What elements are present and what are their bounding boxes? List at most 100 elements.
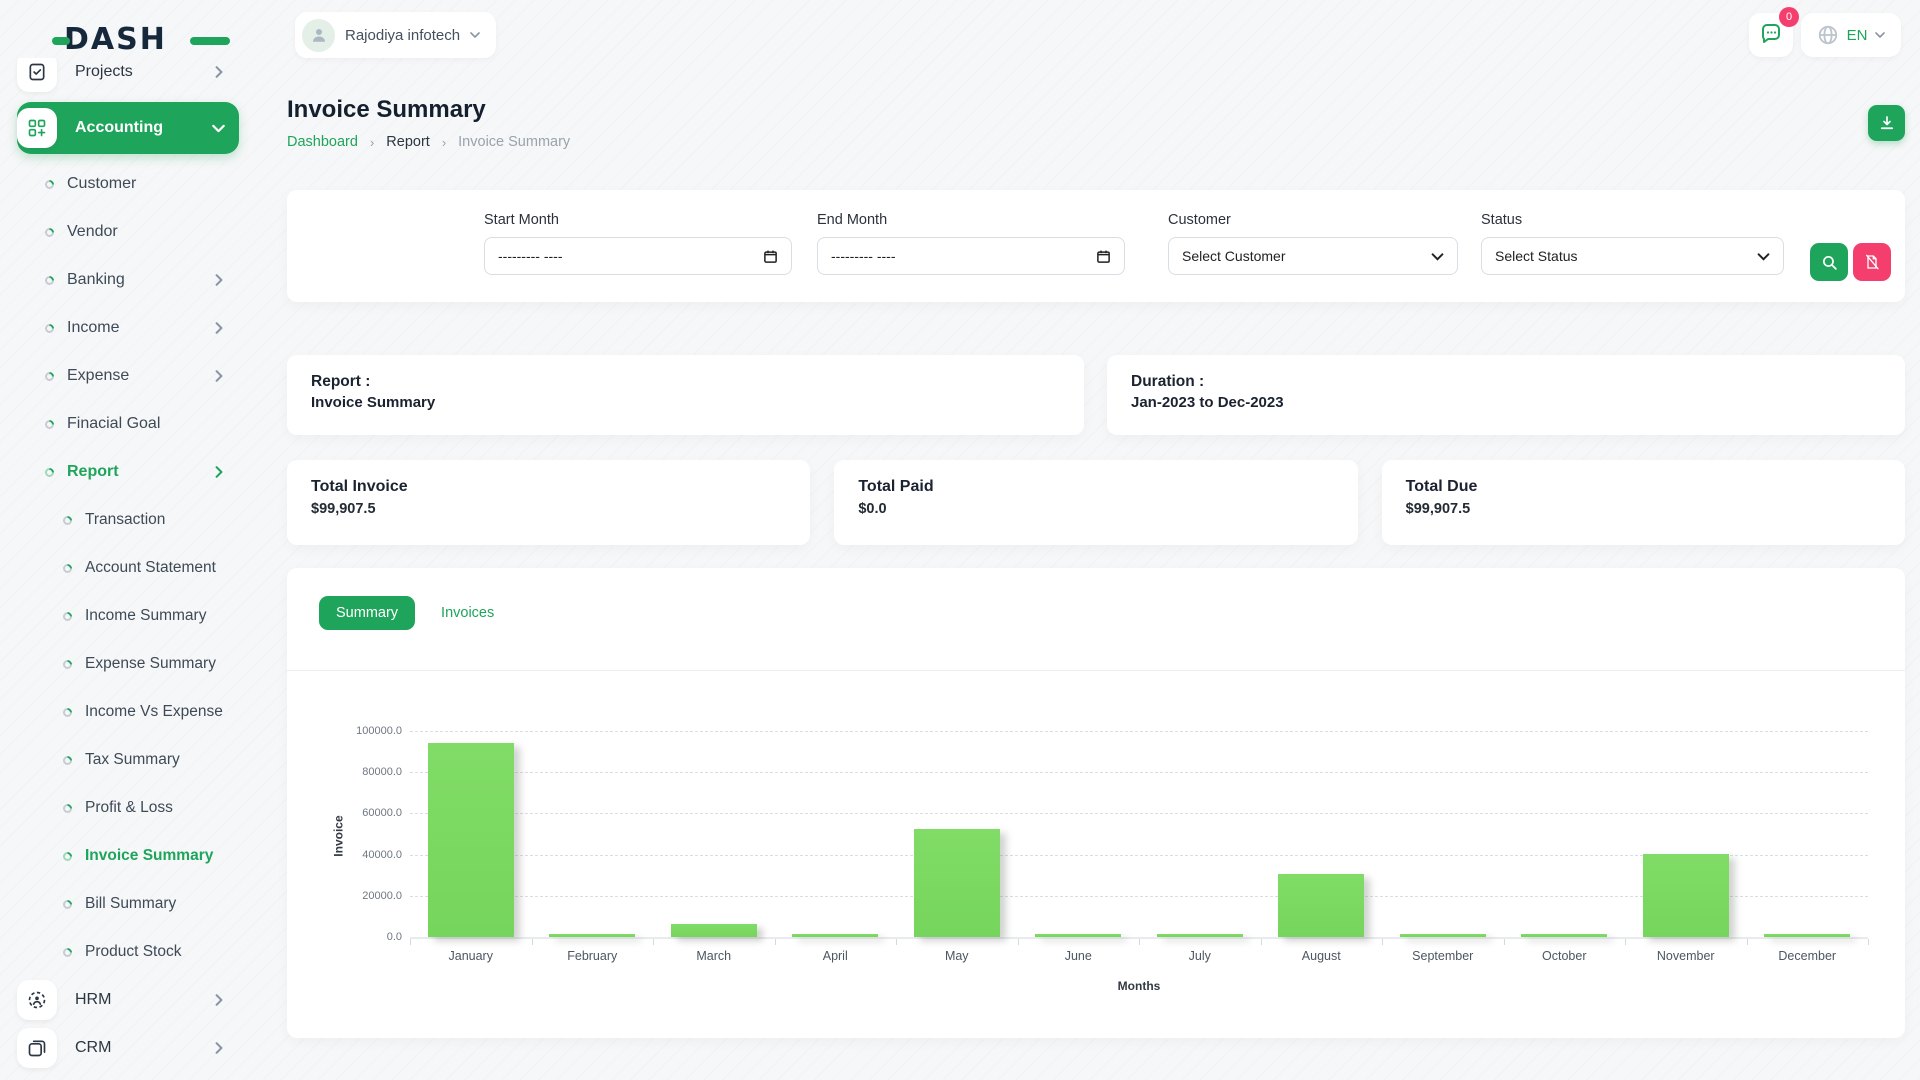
x-axis-tick bbox=[1504, 939, 1505, 945]
bar-slot-february bbox=[532, 731, 654, 937]
sidebar-item-income-vs-expense[interactable]: Income Vs Expense bbox=[17, 688, 239, 736]
sidebar-item-income-summary[interactable]: Income Summary bbox=[17, 592, 239, 640]
sidebar-item-label: Profit & Loss bbox=[85, 799, 173, 817]
calendar-icon bbox=[1096, 249, 1111, 264]
tab-invoices[interactable]: Invoices bbox=[441, 605, 494, 621]
chevron-right-icon bbox=[213, 994, 225, 1006]
bar-february[interactable] bbox=[549, 934, 635, 937]
apply-filter-button[interactable] bbox=[1810, 243, 1848, 281]
customer-select[interactable]: Select Customer bbox=[1168, 237, 1458, 275]
sidebar-item-label: Customer bbox=[67, 175, 136, 193]
sidebar-item-tax-summary[interactable]: Tax Summary bbox=[17, 736, 239, 784]
y-tick-label: 100000.0 bbox=[356, 725, 402, 737]
x-tick-label: August bbox=[1261, 949, 1381, 963]
bar-march[interactable] bbox=[671, 924, 757, 937]
workspace-avatar bbox=[302, 19, 335, 52]
reset-filter-button[interactable] bbox=[1853, 243, 1891, 281]
page-title: Invoice Summary bbox=[287, 96, 486, 124]
sidebar-item-crm[interactable]: CRM bbox=[17, 1024, 239, 1072]
logo-accent-left bbox=[52, 37, 70, 45]
sidebar-item-transaction[interactable]: Transaction bbox=[17, 496, 239, 544]
start-month-input[interactable]: --------- ---- bbox=[484, 237, 792, 275]
end-month-label: End Month bbox=[817, 212, 1125, 228]
y-tick-label: 20000.0 bbox=[362, 890, 402, 902]
tab-summary[interactable]: Summary bbox=[319, 596, 415, 630]
sidebar-item-customer[interactable]: Customer bbox=[17, 160, 239, 208]
sidebar-item-finacial-goal[interactable]: Finacial Goal bbox=[17, 400, 239, 448]
sidebar-item-expense-summary[interactable]: Expense Summary bbox=[17, 640, 239, 688]
bar-slot-january bbox=[410, 731, 532, 937]
breadcrumb-separator: › bbox=[442, 135, 446, 150]
logo-accent-right bbox=[190, 37, 230, 45]
sidebar-item-vendor[interactable]: Vendor bbox=[17, 208, 239, 256]
sidebar-item-projects[interactable]: Projects bbox=[17, 58, 239, 96]
breadcrumb-dashboard[interactable]: Dashboard bbox=[287, 134, 358, 150]
download-icon bbox=[1878, 114, 1896, 132]
sidebar-item-label: HRM bbox=[75, 991, 111, 1009]
chevron-right-icon bbox=[213, 66, 225, 78]
sidebar-item-profit-loss[interactable]: Profit & Loss bbox=[17, 784, 239, 832]
bullet-ring-icon bbox=[61, 658, 74, 671]
y-tick-label: 40000.0 bbox=[362, 849, 402, 861]
sidebar-item-label: Expense bbox=[67, 367, 129, 385]
end-month-input[interactable]: --------- ---- bbox=[817, 237, 1125, 275]
x-axis-tick bbox=[532, 939, 533, 945]
sidebar: ProjectsAccountingCustomerVendorBankingI… bbox=[0, 58, 260, 1080]
workspace-switcher[interactable]: Rajodiya infotech bbox=[295, 12, 496, 58]
x-tick-label: July bbox=[1140, 949, 1260, 963]
messages-button[interactable]: 0 bbox=[1749, 13, 1793, 57]
sidebar-menu: ProjectsAccountingCustomerVendorBankingI… bbox=[0, 58, 260, 1072]
bar-september[interactable] bbox=[1400, 934, 1486, 937]
bullet-ring-icon bbox=[61, 706, 74, 719]
sidebar-item-banking[interactable]: Banking bbox=[17, 256, 239, 304]
bullet-ring-icon bbox=[61, 610, 74, 623]
sidebar-item-label: Report bbox=[67, 463, 119, 481]
breadcrumb: Dashboard › Report › Invoice Summary bbox=[287, 134, 570, 150]
bar-october[interactable] bbox=[1521, 934, 1607, 937]
language-code: EN bbox=[1847, 27, 1868, 44]
bar-july[interactable] bbox=[1157, 934, 1243, 937]
sidebar-item-accounting[interactable]: Accounting bbox=[17, 102, 239, 154]
y-tick-label: 80000.0 bbox=[362, 766, 402, 778]
bar-january[interactable] bbox=[428, 743, 514, 937]
brand-logo[interactable]: DASH bbox=[64, 22, 204, 58]
person-target-icon bbox=[17, 980, 57, 1020]
sidebar-item-label: Income Vs Expense bbox=[85, 703, 223, 721]
sidebar-item-income[interactable]: Income bbox=[17, 304, 239, 352]
sidebar-item-account-statement[interactable]: Account Statement bbox=[17, 544, 239, 592]
bullet-ring-icon bbox=[43, 370, 56, 383]
app-root: DASH Rajodiya infotech 0 EN Projects Acco… bbox=[0, 0, 1920, 1080]
duration-info-card: Duration : Jan-2023 to Dec-2023 bbox=[1107, 355, 1905, 435]
bar-chart: Invoice Months 0.020000.040000.060000.08… bbox=[410, 731, 1868, 937]
bar-april[interactable] bbox=[792, 934, 878, 937]
sidebar-item-expense[interactable]: Expense bbox=[17, 352, 239, 400]
y-axis-title: Invoice bbox=[332, 815, 346, 856]
bar-november[interactable] bbox=[1643, 854, 1729, 937]
language-selector[interactable]: EN bbox=[1801, 13, 1901, 57]
status-select[interactable]: Select Status bbox=[1481, 237, 1784, 275]
search-icon bbox=[1821, 254, 1838, 271]
bar-slot-april bbox=[775, 731, 897, 937]
start-month-field: Start Month --------- ---- bbox=[484, 212, 792, 275]
total-due-label: Total Due bbox=[1406, 478, 1881, 496]
bar-december[interactable] bbox=[1764, 934, 1850, 937]
total-paid-card: Total Paid $0.0 bbox=[834, 460, 1357, 545]
chevron-right-icon bbox=[213, 1042, 225, 1054]
bar-may[interactable] bbox=[914, 829, 1000, 937]
bullet-ring-icon bbox=[43, 178, 56, 191]
bullet-ring-icon bbox=[61, 802, 74, 815]
x-tick-label: October bbox=[1504, 949, 1624, 963]
sidebar-item-label: Account Statement bbox=[85, 559, 216, 577]
bar-june[interactable] bbox=[1035, 934, 1121, 937]
download-button[interactable] bbox=[1868, 105, 1905, 141]
breadcrumb-report[interactable]: Report bbox=[386, 134, 430, 150]
customer-selected-value: Select Customer bbox=[1182, 248, 1285, 264]
sidebar-item-label: Vendor bbox=[67, 223, 118, 241]
bar-august[interactable] bbox=[1278, 874, 1364, 937]
sidebar-item-invoice-summary[interactable]: Invoice Summary bbox=[17, 832, 239, 880]
sidebar-item-report[interactable]: Report bbox=[17, 448, 239, 496]
bar-slot-november bbox=[1625, 731, 1747, 937]
sidebar-item-bill-summary[interactable]: Bill Summary bbox=[17, 880, 239, 928]
sidebar-item-hrm[interactable]: HRM bbox=[17, 976, 239, 1024]
sidebar-item-product-stock[interactable]: Product Stock bbox=[17, 928, 239, 976]
